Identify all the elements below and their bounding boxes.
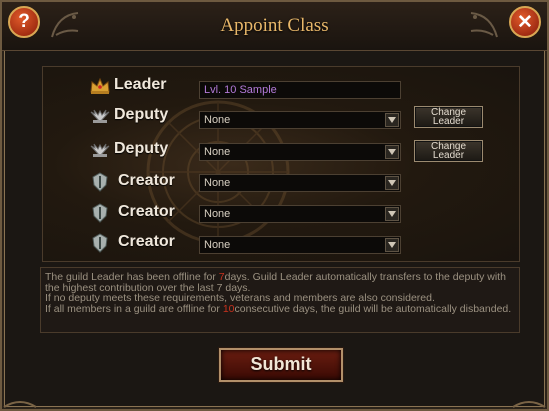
creator-3-select[interactable]: None (199, 236, 401, 254)
change-leader-button[interactable]: Change Leader (414, 106, 483, 128)
notice-text: The guild Leader has been offline for 7d… (40, 267, 520, 333)
shield-icon (92, 172, 108, 192)
disband-days-value: 10 (222, 302, 235, 315)
chevron-down-icon[interactable] (385, 238, 399, 252)
row-deputy-2: Deputy None Change Leader (43, 137, 521, 163)
row-creator-3: Creator None (43, 230, 521, 256)
appoint-class-dialog: ? Appoint Class ✕ Leader Lvl. 10 Sample … (0, 0, 549, 411)
change-leader-button[interactable]: Change Leader (414, 140, 483, 162)
chevron-down-icon[interactable] (385, 145, 399, 159)
deputy-1-select[interactable]: None (199, 111, 401, 129)
chevron-down-icon[interactable] (385, 113, 399, 127)
row-creator-1: Creator None (43, 169, 521, 195)
submit-button[interactable]: Submit (219, 348, 343, 382)
chevron-down-icon[interactable] (385, 207, 399, 221)
dialog-title: Appoint Class (220, 15, 329, 36)
select-value: None (204, 177, 231, 189)
role-label: Leader (114, 76, 167, 93)
select-value: None (204, 239, 231, 251)
deputy-2-select[interactable]: None (199, 143, 401, 161)
corner-ornament-icon (512, 401, 546, 408)
select-value: None (204, 208, 231, 220)
creator-2-select[interactable]: None (199, 205, 401, 223)
corner-ornament-icon (3, 401, 37, 408)
select-value: None (204, 146, 231, 158)
title-bar: ? Appoint Class ✕ (2, 2, 547, 51)
row-deputy-1: Deputy None Change Leader (43, 103, 521, 129)
appoint-panel: Leader Lvl. 10 Sample Deputy None Change… (42, 66, 520, 262)
role-label: Creator (118, 203, 175, 220)
leader-name-field: Lvl. 10 Sample (199, 81, 401, 99)
row-leader: Leader Lvl. 10 Sample (43, 73, 521, 99)
right-ornament-icon (470, 12, 498, 38)
role-label: Deputy (114, 106, 169, 123)
close-button[interactable]: ✕ (509, 6, 541, 38)
shield-icon (92, 203, 108, 223)
crown-icon (90, 77, 110, 94)
role-label: Creator (118, 172, 175, 189)
wings-icon (90, 143, 110, 157)
close-icon: ✕ (517, 11, 533, 33)
shield-icon (92, 233, 108, 253)
role-label: Creator (118, 233, 175, 250)
notice-paragraph-1: The guild Leader has been offline for 7d… (45, 271, 506, 294)
creator-1-select[interactable]: None (199, 174, 401, 192)
role-label: Deputy (114, 140, 169, 157)
notice-paragraph-3: If all members in a guild are offline fo… (45, 302, 512, 315)
row-creator-2: Creator None (43, 200, 521, 226)
select-value: None (204, 114, 231, 126)
chevron-down-icon[interactable] (385, 176, 399, 190)
wings-icon (90, 109, 110, 123)
